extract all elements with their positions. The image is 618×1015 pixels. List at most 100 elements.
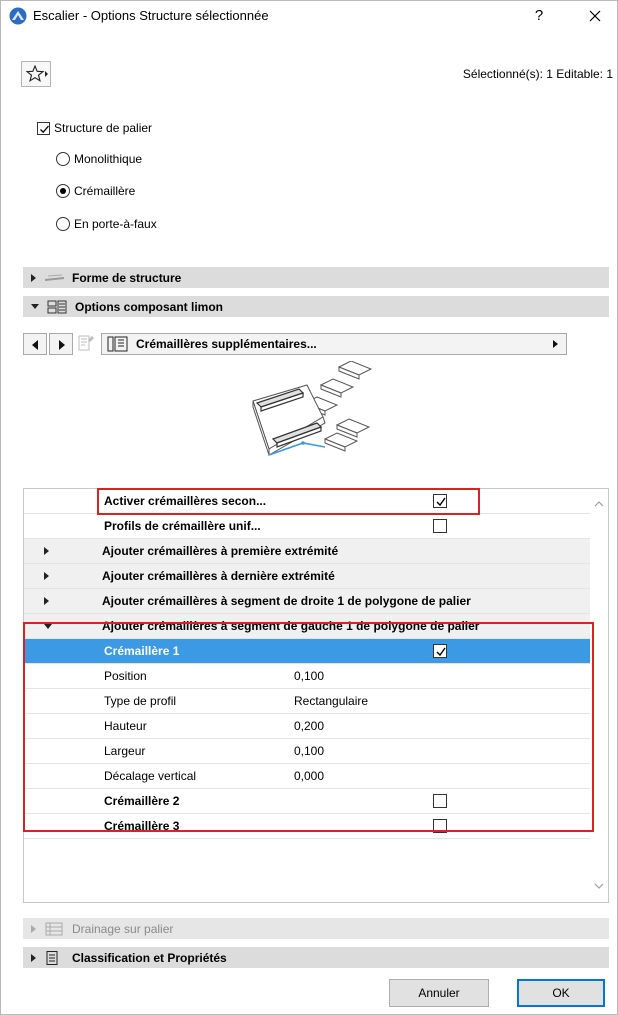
group-label: Ajouter crémaillères à première extrémit… [102, 544, 339, 558]
panel-forme-structure[interactable]: Forme de structure [23, 267, 609, 288]
collapse-arrow-icon [31, 304, 39, 309]
drainage-icon [45, 922, 63, 935]
checkbox-box[interactable] [37, 121, 50, 135]
next-page-button[interactable] [49, 333, 73, 355]
group-label: Ajouter crémaillères à segment de droite… [102, 594, 471, 608]
additional-stringers-icon [107, 336, 128, 352]
row-label: Position [104, 669, 147, 683]
grid-row-position[interactable]: Position 0,100 [24, 664, 590, 689]
grid-row-type-profil[interactable]: Type de profil Rectangulaire [24, 689, 590, 714]
radio-monolithique[interactable]: Monolithique [56, 152, 142, 166]
row-label: Largeur [104, 744, 146, 758]
cremaillere-3-checkbox[interactable] [433, 819, 447, 833]
radio-button[interactable] [56, 217, 70, 231]
group-label: Ajouter crémaillères à segment de gauche… [102, 619, 480, 633]
cremaillere-1-checkbox[interactable] [433, 644, 447, 658]
cremaillere-2-checkbox[interactable] [433, 794, 447, 808]
cancel-button[interactable]: Annuler [389, 979, 489, 1007]
archicad-app-icon [9, 7, 27, 25]
expand-arrow-icon [31, 953, 36, 962]
page-settings-button[interactable] [75, 333, 99, 355]
expand-arrow-icon [44, 547, 49, 555]
row-value[interactable]: 0,100 [294, 744, 324, 758]
grid-group-segment-gauche[interactable]: Ajouter crémaillères à segment de gauche… [24, 614, 590, 639]
radio-label: Crémaillère [74, 184, 136, 198]
scroll-down-icon [594, 883, 604, 889]
panel-title: Options composant limon [75, 299, 224, 314]
grid-row-hauteur[interactable]: Hauteur 0,200 [24, 714, 590, 739]
row-label: Crémaillère 1 [104, 644, 180, 658]
classification-icon [46, 950, 58, 965]
checkbox-label: Structure de palier [54, 121, 153, 135]
panel-title: Forme de structure [72, 270, 182, 285]
settings-grid: Activer crémaillères secon... Profils de… [23, 488, 609, 903]
stair-preview-image [252, 361, 373, 456]
help-button[interactable]: ? [527, 4, 551, 28]
expand-arrow-icon [31, 273, 36, 282]
activer-checkbox[interactable] [433, 494, 447, 508]
row-label: Décalage vertical [104, 769, 197, 783]
grid-row-cremaillere-2[interactable]: Crémaillère 2 [24, 789, 590, 814]
dropdown-arrow-icon [553, 340, 558, 348]
page-navigation: Crémaillères supplémentaires... [23, 331, 609, 357]
grid-row-cremaillere-1[interactable]: Crémaillère 1 [24, 639, 590, 664]
row-label: Crémaillère 3 [104, 819, 180, 833]
grid-row-largeur[interactable]: Largeur 0,100 [24, 739, 590, 764]
previous-page-button[interactable] [23, 333, 47, 355]
panel-drainage: Drainage sur palier [23, 918, 609, 939]
group-label: Ajouter crémaillères à dernière extrémit… [102, 569, 335, 583]
row-value[interactable]: Rectangulaire [294, 694, 368, 708]
panel-title: Drainage sur palier [72, 921, 174, 936]
row-label: Activer crémaillères secon... [104, 494, 267, 508]
checkmark-icon [436, 497, 446, 507]
panel-options-limon[interactable]: Options composant limon [23, 296, 609, 317]
radio-button[interactable] [56, 152, 70, 166]
row-value[interactable]: 0,200 [294, 719, 324, 733]
grid-group-segment-droite[interactable]: Ajouter crémaillères à segment de droite… [24, 589, 590, 614]
title-bar: Escalier - Options Structure sélectionné… [1, 1, 617, 31]
close-icon [589, 10, 601, 22]
grid-group-derniere-extremite[interactable]: Ajouter crémaillères à dernière extrémit… [24, 564, 590, 589]
arrow-left-icon [32, 340, 38, 350]
row-label: Type de profil [104, 694, 177, 708]
grid-row-decalage-vertical[interactable]: Décalage vertical 0,000 [24, 764, 590, 789]
expand-arrow-icon [44, 572, 49, 580]
row-label: Profils de crémaillère unif... [104, 519, 261, 533]
stringer-options-icon [47, 300, 67, 313]
radio-label: Monolithique [74, 152, 143, 166]
window-title: Escalier - Options Structure sélectionné… [33, 8, 269, 23]
grid-row-profils[interactable]: Profils de crémaillère unif... [24, 514, 590, 539]
panel-title: Classification et Propriétés [72, 950, 227, 965]
star-icon [26, 65, 48, 82]
scroll-up-icon [594, 501, 604, 507]
profils-checkbox[interactable] [433, 519, 447, 533]
selection-info: Sélectionné(s): 1 Editable: 1 [462, 67, 613, 81]
structure-shape-icon [45, 274, 64, 281]
grid-group-premiere-extremite[interactable]: Ajouter crémaillères à première extrémit… [24, 539, 590, 564]
panel-classification[interactable]: Classification et Propriétés [23, 947, 609, 968]
collapse-arrow-icon [44, 624, 52, 629]
grid-row-activer[interactable]: Activer crémaillères secon... [24, 489, 590, 514]
row-label: Hauteur [104, 719, 147, 733]
row-value[interactable]: 0,000 [294, 769, 324, 783]
grid-row-cremaillere-3[interactable]: Crémaillère 3 [24, 814, 590, 839]
dialog-window: Escalier - Options Structure sélectionné… [0, 0, 618, 1015]
radio-cremaillere[interactable]: Crémaillère [56, 184, 135, 198]
checkmark-icon [40, 125, 49, 133]
page-settings-icon [78, 335, 94, 351]
radio-label: En porte-à-faux [74, 217, 157, 231]
expand-arrow-icon [44, 597, 49, 605]
row-label: Crémaillère 2 [104, 794, 180, 808]
favorites-button[interactable] [21, 61, 51, 87]
radio-button-selected[interactable] [56, 184, 70, 198]
row-value[interactable]: 0,100 [294, 669, 324, 683]
radio-porte-a-faux[interactable]: En porte-à-faux [56, 217, 157, 231]
structure-palier-checkbox[interactable]: Structure de palier [37, 121, 152, 135]
arrow-right-icon [59, 340, 65, 350]
page-selector-dropdown[interactable]: Crémaillères supplémentaires... [101, 333, 567, 355]
grid-scrollbar[interactable] [590, 489, 608, 902]
close-button[interactable] [581, 4, 609, 28]
checkmark-icon [436, 647, 446, 657]
ok-button[interactable]: OK [517, 979, 605, 1007]
page-selector-label: Crémaillères supplémentaires... [136, 337, 317, 351]
